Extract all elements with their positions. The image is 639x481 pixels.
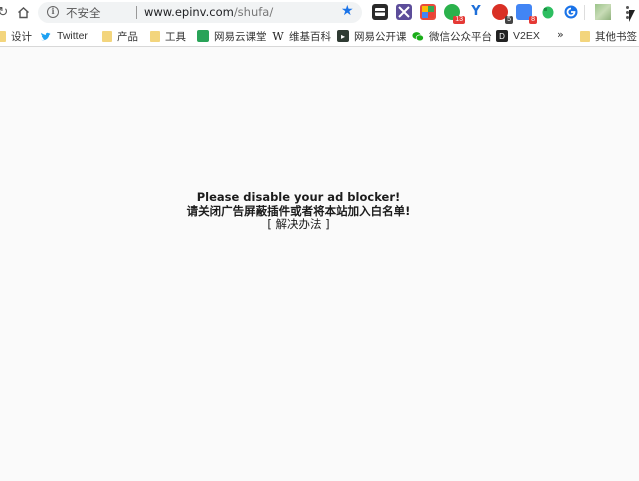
url-path: /shufa/	[233, 5, 274, 19]
twitter-icon	[40, 30, 52, 42]
v2ex-icon: D	[496, 30, 508, 42]
folder-icon	[150, 30, 160, 42]
bookmark-product[interactable]: 产品	[102, 28, 138, 44]
bookmarks-bar: 设计 Twitter 产品 工具 网易云课堂 W 维基百科 ▸ 网易公开课 微信…	[0, 25, 639, 47]
wikipedia-icon: W	[272, 29, 284, 43]
bookmark-label: 维基百科	[289, 30, 331, 43]
bookmark-twitter[interactable]: Twitter	[40, 28, 88, 44]
extension-icon-3[interactable]	[420, 4, 436, 20]
bookmark-label: 微信公众平台	[429, 30, 492, 43]
bookmark-netease-open[interactable]: ▸ 网易公开课	[337, 28, 407, 44]
info-icon[interactable]: i	[47, 6, 59, 18]
netease-study-icon	[197, 30, 209, 42]
reload-icon[interactable]: ↻	[0, 3, 12, 21]
bookmark-tools[interactable]: 工具	[150, 28, 186, 44]
divider	[584, 5, 585, 20]
solution-link[interactable]: 解决办法	[276, 217, 322, 231]
bookmark-label: 产品	[117, 30, 138, 43]
bookmark-label: 网易云课堂	[214, 30, 267, 43]
bookmark-label: Twitter	[57, 30, 88, 42]
address-bar[interactable]: i 不安全 www.epinv.com/shufa/ ★	[38, 2, 362, 23]
browser-toolbar: ↻ i 不安全 www.epinv.com/shufa/ ★ 13 Y 5 8	[0, 0, 639, 25]
bookmark-label: V2EX	[513, 30, 540, 42]
adblock-subtitle: 请关闭广告屏蔽插件或者将本站加入白名单!	[186, 203, 411, 218]
extension-badge: 13	[453, 16, 465, 24]
bookmark-star-icon[interactable]: ★	[341, 3, 354, 19]
extension-icon-7[interactable]: 8	[516, 4, 537, 24]
wechat-icon	[412, 30, 424, 42]
bookmarks-overflow-button[interactable]: »	[557, 28, 564, 41]
adblock-title: Please disable your ad blocker!	[196, 190, 401, 204]
evernote-icon[interactable]	[540, 4, 556, 20]
divider	[136, 6, 137, 19]
bookmark-label: 其他书签	[595, 30, 637, 43]
adblock-message: Please disable your ad blocker! 请关闭广告屏蔽插…	[0, 190, 597, 232]
netease-open-icon: ▸	[337, 30, 349, 42]
extension-icon-1[interactable]	[372, 4, 388, 20]
extension-badge: 8	[529, 16, 537, 24]
page-content: Please disable your ad blocker! 请关闭广告屏蔽插…	[0, 48, 639, 481]
bracket-close: ]	[325, 217, 330, 231]
extension-icon-9[interactable]	[563, 4, 579, 20]
bookmark-v2ex[interactable]: D V2EX	[496, 28, 540, 44]
bookmark-other[interactable]: 其他书签	[580, 28, 637, 44]
bookmark-design[interactable]: 设计	[0, 28, 32, 44]
extension-icon-5[interactable]: Y	[468, 4, 484, 20]
bookmark-wikipedia[interactable]: W 维基百科	[272, 28, 331, 44]
bracket-open: [	[267, 217, 272, 231]
extension-badge: 5	[505, 16, 513, 24]
folder-icon	[0, 30, 6, 42]
bookmark-netease-study[interactable]: 网易云课堂	[197, 28, 267, 44]
bookmark-label: 网易公开课	[354, 30, 407, 43]
solution-line: [ 解决办法 ]	[0, 217, 597, 232]
mouse-cursor-icon	[629, 10, 635, 22]
profile-avatar[interactable]	[595, 4, 611, 20]
bookmark-wechat[interactable]: 微信公众平台	[412, 28, 492, 44]
extension-icon-2[interactable]	[396, 4, 412, 20]
extension-icon-6[interactable]: 5	[492, 4, 513, 24]
folder-icon	[580, 30, 590, 42]
bookmark-label: 设计	[11, 30, 32, 43]
url-text[interactable]: www.epinv.com/shufa/	[144, 5, 273, 19]
url-host: www.epinv.com	[144, 5, 234, 19]
extension-icon-4[interactable]: 13	[444, 4, 465, 24]
security-label: 不安全	[66, 6, 101, 20]
folder-icon	[102, 30, 112, 42]
bookmark-label: 工具	[165, 30, 186, 43]
home-icon[interactable]	[14, 3, 32, 21]
